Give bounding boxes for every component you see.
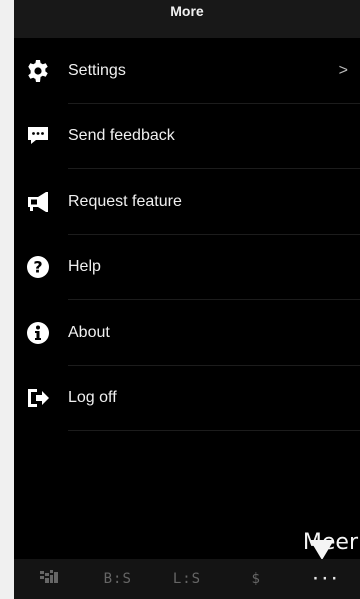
tab-label: B:S (103, 571, 132, 587)
tab-ls[interactable]: L:S (159, 559, 215, 599)
menu-item-about[interactable]: About (14, 300, 360, 366)
menu-item-label: Log off (68, 389, 117, 407)
menu-item-label: Send feedback (68, 127, 175, 145)
tab-dashboard[interactable] (21, 559, 77, 599)
app-screen: More Settings > Send feedback Request fe… (14, 0, 360, 599)
tab-dollar[interactable]: $ (228, 559, 284, 599)
menu-item-request-feature[interactable]: Request feature (14, 169, 360, 235)
menu-item-label: About (68, 323, 110, 341)
chevron-right-icon: > (338, 61, 348, 79)
tab-bs[interactable]: B:S (90, 559, 146, 599)
tab-more[interactable]: ··· (297, 559, 353, 599)
question-circle-icon: ? (24, 253, 52, 281)
menu-item-label: Help (68, 258, 101, 276)
sign-out-icon (24, 384, 52, 412)
arrow-down-icon (310, 540, 334, 560)
grid-logo-icon (39, 570, 58, 588)
menu-item-help[interactable]: ? Help (14, 235, 360, 301)
tab-label: $ (251, 571, 261, 587)
info-circle-icon (24, 319, 52, 347)
menu-item-send-feedback[interactable]: Send feedback (14, 104, 360, 170)
menu-list: Settings > Send feedback Request feature… (14, 38, 360, 431)
chat-bubble-icon (24, 122, 52, 150)
menu-item-log-off[interactable]: Log off (14, 366, 360, 432)
megaphone-icon (24, 188, 52, 216)
gear-icon (24, 57, 52, 85)
page-title: More (170, 3, 204, 19)
svg-text:?: ? (33, 258, 42, 277)
menu-item-label: Request feature (68, 192, 182, 210)
more-dots-icon: ··· (311, 571, 340, 587)
header: More (14, 0, 360, 38)
bottom-tab-bar: B:S L:S $ ··· (14, 559, 360, 599)
menu-item-label: Settings (68, 61, 126, 79)
tab-label: L:S (172, 571, 202, 587)
menu-item-settings[interactable]: Settings > (14, 38, 360, 104)
